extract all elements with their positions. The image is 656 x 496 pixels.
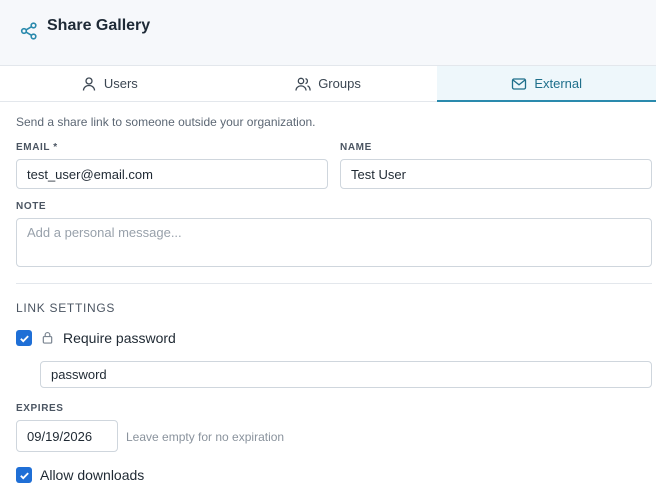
intro-text: Send a share link to someone outside you… <box>16 115 316 129</box>
tab-external[interactable]: External <box>437 66 656 102</box>
name-label: NAME <box>340 142 372 153</box>
dialog-header: Share Gallery <box>0 0 656 66</box>
allow-downloads-checkbox[interactable] <box>16 467 32 483</box>
tab-bar: Users Groups External <box>0 66 656 102</box>
tab-external-label: External <box>534 76 583 91</box>
user-icon <box>82 76 96 91</box>
users-icon <box>295 77 311 91</box>
expires-label: EXPIRES <box>16 403 64 414</box>
mail-icon <box>512 77 527 90</box>
allow-downloads-label: Allow downloads <box>40 467 145 483</box>
check-icon <box>19 334 29 342</box>
dialog-title: Share Gallery <box>47 17 151 34</box>
lock-icon <box>42 331 53 344</box>
share-icon <box>20 22 37 40</box>
expires-hint: Leave empty for no expiration <box>126 430 285 444</box>
password-field[interactable] <box>40 361 652 388</box>
note-field[interactable] <box>16 218 652 267</box>
require-password-checkbox[interactable] <box>16 330 32 346</box>
note-label: NOTE <box>16 201 47 212</box>
email-field[interactable] <box>16 159 328 189</box>
require-password-label: Require password <box>63 330 176 346</box>
tab-groups-label: Groups <box>318 76 361 91</box>
email-label: EMAIL * <box>16 142 58 153</box>
link-settings-heading: LINK SETTINGS <box>16 301 116 315</box>
expires-date-input[interactable] <box>16 420 118 452</box>
tab-users[interactable]: Users <box>0 66 219 101</box>
divider <box>16 283 652 284</box>
check-icon <box>19 471 29 479</box>
name-field[interactable] <box>340 159 652 189</box>
tab-users-label: Users <box>103 76 138 91</box>
tab-groups[interactable]: Groups <box>219 66 438 101</box>
